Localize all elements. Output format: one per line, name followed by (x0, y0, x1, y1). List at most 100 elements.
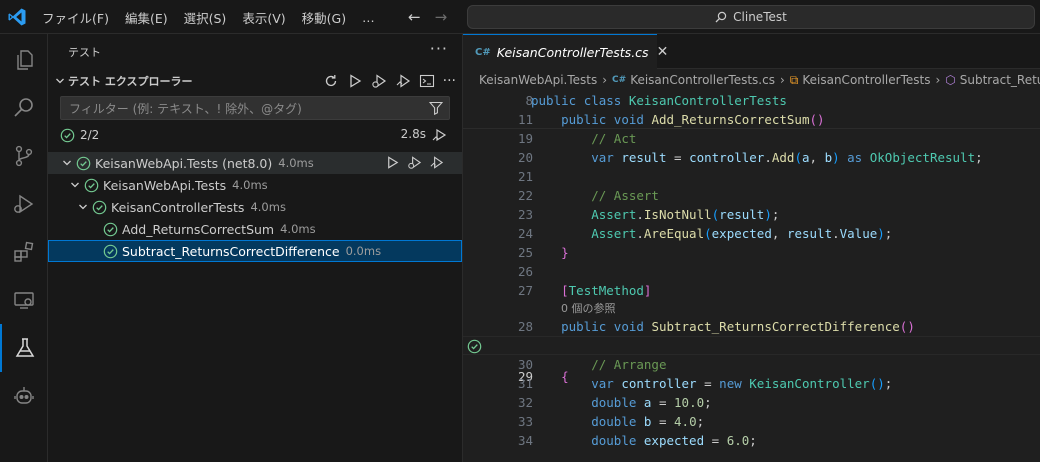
coverage-tests-icon[interactable] (395, 73, 411, 89)
command-center-label: ClineTest (733, 10, 787, 24)
breadcrumb-item[interactable]: KeisanControllerTests (802, 73, 930, 87)
code-editor[interactable]: 8 public class KeisanControllerTests 11 p… (463, 91, 1040, 462)
search-icon (715, 11, 727, 23)
refresh-icon[interactable] (323, 73, 339, 89)
tab-bar: C# KeisanControllerTests.cs ✕ (463, 34, 1040, 69)
tree-item-label: KeisanWebApi.Tests (103, 177, 227, 193)
code-line-current: 29 { (463, 336, 1040, 384)
breadcrumb-item[interactable]: KeisanControllerTests.cs (630, 73, 775, 87)
tree-item-class[interactable]: KeisanControllerTests 4.0ms (48, 196, 462, 218)
run-test-icon[interactable] (385, 155, 400, 170)
menu-edit[interactable]: 編集(E) (117, 8, 176, 27)
chevron-down-icon (75, 199, 91, 215)
forward-arrow-icon[interactable]: → (435, 8, 448, 26)
rerun-icon[interactable] (432, 127, 448, 143)
test-sidebar: テスト ··· テスト エクスプローラー ··· 2/2 2.8s Keisan… (48, 34, 463, 462)
debug-tests-icon[interactable] (371, 73, 387, 89)
code-line: 33 double b = 4.0; (517, 414, 705, 429)
breadcrumb-item[interactable]: Subtract_Retur (960, 73, 1040, 87)
code-line: 21 (517, 169, 533, 184)
menu-go[interactable]: 移動(G) (294, 8, 354, 27)
source-control-icon[interactable] (0, 132, 48, 180)
command-center[interactable]: ClineTest (467, 5, 1035, 29)
chevron-down-icon (67, 177, 83, 193)
more-actions-icon[interactable]: ··· (430, 39, 448, 58)
class-icon: ⧉ (789, 72, 799, 87)
breadcrumb: KeisanWebApi.Tests › C# KeisanController… (463, 69, 1040, 91)
tree-item-test-add[interactable]: Add_ReturnsCorrectSum 4.0ms (48, 218, 462, 240)
test-filter (60, 96, 450, 120)
debug-test-icon[interactable] (407, 155, 422, 170)
close-icon[interactable]: ✕ (657, 44, 669, 60)
activity-bar (0, 34, 48, 462)
search-icon[interactable] (0, 84, 48, 132)
tree-item-duration: 4.0ms (280, 222, 316, 236)
tab-label: KeisanControllerTests.cs (496, 44, 649, 60)
code-line: 25 } (517, 245, 569, 260)
test-summary: 2/2 2.8s (60, 126, 450, 144)
tree-item-label: Subtract_ReturnsCorrectDifference (122, 243, 340, 259)
check-circle-icon (102, 221, 118, 237)
menu-bar: ファイル(F) 編集(E) 選択(S) 表示(V) 移動(G) … (34, 0, 383, 34)
back-arrow-icon[interactable]: ← (408, 8, 421, 26)
chevron-right-icon: › (602, 73, 608, 87)
run-debug-icon[interactable] (0, 180, 48, 228)
breadcrumb-item[interactable]: KeisanWebApi.Tests (479, 73, 597, 87)
code-line: 26 (517, 264, 533, 279)
check-circle-icon (83, 177, 99, 193)
summary-count: 2/2 (80, 128, 100, 142)
sidebar-title: テスト (68, 46, 101, 59)
check-circle-icon (102, 243, 118, 259)
tree-item-label: KeisanWebApi.Tests (net8.0) (95, 155, 273, 171)
extensions-icon[interactable] (0, 228, 48, 276)
explorer-icon[interactable] (0, 36, 48, 84)
code-line: 34 double expected = 6.0; (517, 433, 757, 448)
filter-icon[interactable] (429, 101, 443, 115)
chevron-down-icon (52, 73, 68, 89)
code-line: 30 // Arrange (517, 357, 667, 372)
tree-item-project[interactable]: KeisanWebApi.Tests (net8.0) 4.0ms (48, 152, 462, 174)
test-filter-input[interactable] (67, 100, 421, 118)
coverage-test-icon[interactable] (429, 155, 444, 170)
code-line: 27 [TestMethod] (517, 283, 652, 298)
menu-more[interactable]: … (354, 10, 383, 25)
csharp-file-icon: C# (612, 75, 627, 85)
editor-area: C# KeisanControllerTests.cs ✕ KeisanWebA… (463, 34, 1040, 462)
section-more-icon[interactable]: ··· (443, 73, 456, 89)
csharp-file-icon: C# (475, 46, 491, 58)
code-line: 28 public void Subtract_ReturnsCorrectDi… (517, 319, 915, 334)
tree-item-namespace[interactable]: KeisanWebApi.Tests 4.0ms (48, 174, 462, 196)
terminal-output-icon[interactable] (419, 73, 435, 89)
tree-item-duration: 0.0ms (345, 244, 382, 258)
summary-duration: 2.8s (400, 127, 426, 141)
menu-selection[interactable]: 選択(S) (176, 8, 235, 27)
title-bar: ファイル(F) 編集(E) 選択(S) 表示(V) 移動(G) … ← → Cl… (0, 0, 1040, 34)
code-line: 19 // Act (517, 131, 637, 146)
testing-icon[interactable] (0, 324, 48, 372)
code-line: 32 double a = 10.0; (517, 395, 712, 410)
tree-item-duration: 4.0ms (278, 156, 314, 170)
code-line: 22 // Assert (517, 188, 659, 203)
tree-item-label: Add_ReturnsCorrectSum (122, 221, 275, 237)
code-line: 8 public class KeisanControllerTests (525, 93, 787, 108)
test-passed-icon[interactable] (467, 339, 482, 354)
tab-keisan-controller-tests[interactable]: C# KeisanControllerTests.cs ✕ (463, 34, 668, 69)
method-icon: ⬡ (945, 73, 956, 87)
code-line: 24 Assert.AreEqual(expected, result.Valu… (517, 226, 893, 241)
code-line: 23 Assert.IsNotNull(result); (517, 207, 780, 222)
vscode-logo-icon (8, 8, 26, 26)
menu-file[interactable]: ファイル(F) (34, 8, 117, 27)
run-tests-icon[interactable] (347, 73, 363, 89)
remote-explorer-icon[interactable] (0, 276, 48, 324)
code-line: 31 var controller = new KeisanController… (517, 376, 893, 391)
check-circle-icon (91, 199, 107, 215)
tree-item-duration: 4.0ms (232, 178, 268, 192)
code-line: 20 var result = controller.Add(a, b) as … (517, 150, 983, 165)
copilot-icon[interactable] (0, 372, 48, 420)
menu-view[interactable]: 表示(V) (234, 8, 293, 27)
tree-item-test-subtract[interactable]: Subtract_ReturnsCorrectDifference 0.0ms (48, 240, 462, 262)
chevron-down-icon (59, 155, 75, 171)
code-line: 11 public void Add_ReturnsCorrectSum() (463, 110, 1040, 129)
codelens-references[interactable]: 0 個の参照 (561, 301, 616, 316)
chevron-right-icon: › (779, 73, 785, 87)
